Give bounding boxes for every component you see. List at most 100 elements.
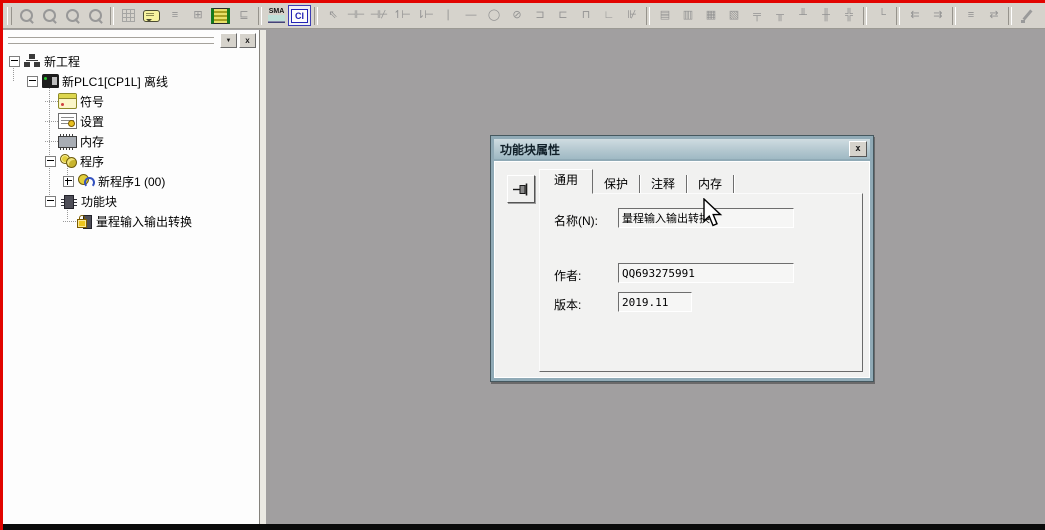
indent-rung-button[interactable]: ⇉ (926, 5, 949, 26)
dialog-tabs: 通用保护注释内存 (539, 170, 734, 194)
collapse-icon[interactable] (27, 76, 38, 87)
panel-gripper[interactable] (8, 37, 214, 44)
panel-close-button[interactable]: x (239, 33, 256, 48)
tree-branch-stub (45, 121, 58, 122)
application-window: ≡ ⊞ ⊑ SMACI ⇖ ⊣⊢⊣⊬↿⊢⇂⊢ ∣ — ◯ ⊘⊐ ⊏ ⊓∟⊮ ▤▥ ▦ ▧╤╥╨╫╬ └ ⇇⇉ ≡ ⇄… (0, 0, 1045, 530)
set-coil-button[interactable]: ⊐ (528, 5, 551, 26)
memory-icon (58, 136, 77, 148)
expand-icon[interactable] (63, 176, 74, 187)
tree-item-label: 新工程 (41, 53, 80, 70)
pc-pt-screen-c-button[interactable]: ▦ (699, 5, 722, 26)
contact-no-icon: ⊣⊢ (347, 10, 364, 21)
tree-item-program1[interactable]: 新程序1 (00) (3, 171, 259, 191)
address-reference-button[interactable]: ≡ (163, 5, 186, 26)
draw-tool-button[interactable] (1015, 5, 1038, 26)
zoom-select-button[interactable] (15, 5, 38, 26)
dialog-close-button[interactable]: x (849, 141, 867, 157)
rung-join-button[interactable]: ╬ (837, 5, 860, 26)
vertical-line-button[interactable]: ∣ (436, 5, 459, 26)
tree-item-programs[interactable]: 程序 (3, 151, 259, 171)
reset-coil-button[interactable]: ⊏ (551, 5, 574, 26)
coil-button[interactable]: ◯ (482, 5, 505, 26)
tree-item-memory[interactable]: 内存 (3, 131, 259, 151)
ladder-diagram-button[interactable] (209, 5, 232, 26)
author-input[interactable] (618, 263, 794, 283)
sma-library-button[interactable]: SMA (265, 5, 288, 26)
tree-item-label: 符号 (77, 93, 104, 110)
tree-item-label: 内存 (77, 133, 104, 150)
toolbar-separator (896, 7, 900, 25)
rung-insert-above-button[interactable]: ╤ (745, 5, 768, 26)
branch-line-button[interactable]: └ (870, 5, 893, 26)
io-comment-icon: ⊞ (193, 10, 201, 21)
horizontal-line-icon: — (466, 10, 476, 21)
tab-protection[interactable]: 保护 (593, 175, 640, 194)
end-line-button[interactable]: ∟ (597, 5, 620, 26)
pc-pt-screen-d-button[interactable]: ▧ (722, 5, 745, 26)
tree-item-plc[interactable]: 新PLC1[CP1L] 离线 (3, 71, 259, 91)
outdent-rung-button[interactable]: ⇇ (903, 5, 926, 26)
align-rungs-button[interactable]: ≡ (959, 5, 982, 26)
reset-coil-icon: ⊏ (558, 10, 566, 21)
collapse-icon[interactable] (45, 196, 56, 207)
mnemonic-view-button[interactable]: ⊑ (232, 5, 255, 26)
coil-nc-button[interactable]: ⊘ (505, 5, 528, 26)
vertical-line-icon: ∣ (445, 10, 450, 21)
zoom-region-icon (43, 9, 56, 22)
tab-general[interactable]: 通用 (539, 169, 593, 194)
rung-comment-button[interactable] (140, 5, 163, 26)
main-toolbar: ≡ ⊞ ⊑ SMACI ⇖ ⊣⊢⊣⊬↿⊢⇂⊢ ∣ — ◯ ⊘⊐ ⊏ ⊓∟⊮ ▤▥ ▦ ▧╤╥╨╫╬ └ ⇇⇉ ≡ ⇄ (3, 3, 1045, 29)
grid-button[interactable] (117, 5, 140, 26)
collapse-icon[interactable] (45, 156, 56, 167)
contact-no-button[interactable]: ⊣⊢ (344, 5, 367, 26)
pc-pt-screen-a-button[interactable]: ▤ (653, 5, 676, 26)
tree-item-label: 程序 (77, 153, 104, 170)
zoom-in-button[interactable] (61, 5, 84, 26)
cut-rung-button[interactable]: ⊮ (620, 5, 643, 26)
project-icon (24, 54, 41, 68)
rung-delete-above-button[interactable]: ╨ (791, 5, 814, 26)
pc-pt-screen-c-icon: ▦ (706, 10, 715, 21)
coil-icon: ◯ (488, 10, 499, 21)
tree-item-project[interactable]: 新工程 (3, 51, 259, 71)
rung-delete-below-button[interactable]: ╫ (814, 5, 837, 26)
workspace-panel-header: ▼ x (3, 30, 259, 49)
version-input[interactable] (618, 292, 692, 312)
toolbar-grip[interactable] (7, 7, 12, 25)
collapse-icon[interactable] (9, 56, 20, 67)
tab-memory[interactable]: 内存 (687, 175, 734, 194)
contact-nc-button[interactable]: ⊣⊬ (367, 5, 390, 26)
toolbar-group: SMACI (265, 5, 311, 26)
pc-pt-screen-b-button[interactable]: ▥ (676, 5, 699, 26)
toolbar-separator (110, 7, 114, 25)
revert-rungs-icon: ⇄ (989, 10, 997, 21)
tab-comment[interactable]: 注释 (640, 175, 687, 194)
rung-insert-below-button[interactable]: ╥ (768, 5, 791, 26)
select-mode-button[interactable]: ⇖ (321, 5, 344, 26)
pin-button[interactable] (507, 175, 535, 203)
tree-item-symbols[interactable]: 符号 (3, 91, 259, 111)
tree-connector (49, 83, 50, 199)
panel-splitter[interactable] (260, 30, 266, 524)
function-block-invoke-button[interactable]: ⊓ (574, 5, 597, 26)
toolbar-group: ⇇⇉ (903, 5, 949, 26)
contact-down-button[interactable]: ⇂⊢ (413, 5, 436, 26)
panel-dropdown-button[interactable]: ▼ (220, 33, 237, 48)
toolbar-group: └ (870, 5, 893, 26)
lock-shackle (79, 215, 85, 221)
toolbar-group: ≡ ⊞ ⊑ (117, 5, 255, 26)
toolbar-separator (646, 7, 650, 25)
tree-item-function-blocks[interactable]: 功能块 (3, 191, 259, 211)
zoom-region-button[interactable] (38, 5, 61, 26)
tree-item-fb-range-conversion[interactable]: 量程输入输出转换 (3, 211, 259, 231)
mnemonic-view-icon: ⊑ (239, 10, 247, 21)
zoom-out-button[interactable] (84, 5, 107, 26)
dialog-title-bar[interactable]: 功能块属性 x (494, 139, 870, 159)
revert-rungs-button[interactable]: ⇄ (982, 5, 1005, 26)
contact-up-button[interactable]: ↿⊢ (390, 5, 413, 26)
select-mode-icon: ⇖ (328, 10, 336, 21)
tree-item-settings[interactable]: 设置 (3, 111, 259, 131)
io-comment-button[interactable]: ⊞ (186, 5, 209, 26)
horizontal-line-button[interactable]: — (459, 5, 482, 26)
ci-instruction-button[interactable]: CI (288, 5, 311, 26)
